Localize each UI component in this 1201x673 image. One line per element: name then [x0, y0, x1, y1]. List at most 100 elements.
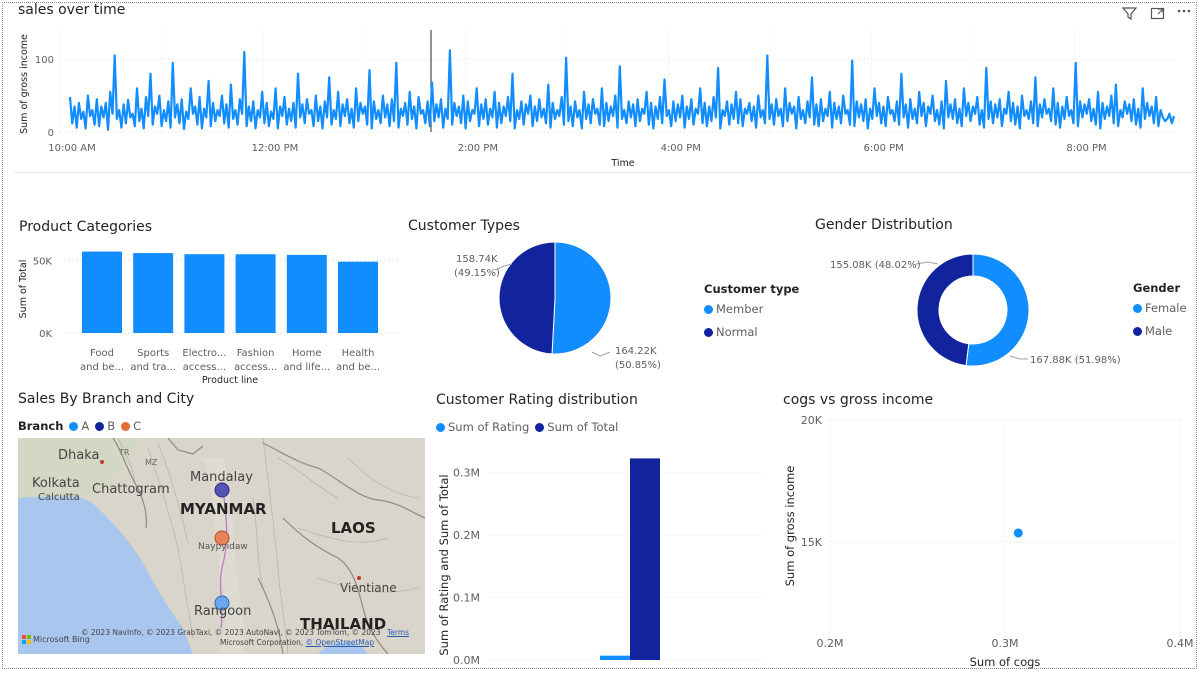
y-tick-label: 0K: [39, 329, 52, 340]
legend-dot-female: [1133, 303, 1142, 313]
data-label-male: 155.08K (48.02%): [830, 260, 921, 271]
customer-types-pie[interactable]: 164.22K (50.85%) 158.74K (49.15%): [440, 240, 740, 390]
legend-label: Female: [1145, 301, 1187, 315]
branch-legend: Branch A B C: [18, 419, 141, 433]
legend-label-rating[interactable]: Sum of Rating: [448, 420, 529, 434]
y-tick-label: 0.1M: [453, 592, 480, 605]
legend-item-member[interactable]: Member: [704, 302, 763, 316]
legend-dot-normal: [704, 327, 713, 337]
series-line-gross-income[interactable]: [68, 49, 1176, 131]
scatter-point[interactable]: [1013, 528, 1023, 538]
terms-link[interactable]: Terms: [387, 628, 409, 637]
bar-sum-of-rating[interactable]: [600, 655, 630, 660]
donut-slices[interactable]: [916, 253, 1030, 367]
category-label-line1: Food: [90, 348, 114, 359]
y-tick-label: 20K: [801, 414, 823, 427]
category-label-line2: access...: [234, 362, 277, 373]
legend-label: Normal: [716, 325, 758, 339]
bar-2[interactable]: [184, 254, 225, 333]
filter-icon[interactable]: [1121, 5, 1137, 21]
data-label-normal: 158.74K: [456, 254, 498, 265]
gender-donut[interactable]: 167.88K (51.98%) 155.08K (48.02%): [820, 240, 1150, 390]
x-tick-label: 2:00 PM: [458, 143, 498, 154]
data-label-member-pct: (50.85%): [615, 360, 661, 371]
rating-distribution-chart[interactable]: 0.0M 0.1M 0.2M 0.3M Sum of Rating and Sum o…: [430, 440, 770, 670]
map-label-myanmar: MYANMAR: [180, 500, 267, 518]
label-leader-female: [1009, 355, 1028, 360]
copyright-text: © 2023 NavInfo, © 2023 GrabTaxi, © 2023 …: [81, 628, 381, 637]
more-options-icon[interactable]: [1176, 3, 1192, 19]
bar-category-labels: Food and be... Sports and tra... Electro... a…: [80, 348, 380, 373]
gender-legend-title: Gender: [1133, 281, 1181, 295]
map-label-vientiane: Vientiane: [340, 581, 397, 595]
x-tick-label: 0.2M: [817, 637, 844, 650]
map-bubble-branch-b[interactable]: [214, 482, 230, 498]
map-label-chattogram: Chattogram: [92, 482, 170, 497]
map-label-kolkata: Kolkata: [32, 476, 80, 491]
legend-label-total[interactable]: Sum of Total: [547, 420, 618, 434]
windows-logo-icon: [22, 635, 31, 644]
product-categories-chart[interactable]: 0K 50K Food and be... Sports and tra... Elect…: [14, 240, 404, 415]
bar-sum-of-total[interactable]: [630, 458, 660, 660]
map-copyright-line2: Microsoft Corporation, © OpenStreetMap: [220, 638, 374, 647]
x-tick-label: 4:00 PM: [661, 143, 701, 154]
sales-over-time-visual[interactable]: sales over time 0 100 10:00 AM 12:00 PM 2:00…: [14, 0, 1200, 172]
slice-male[interactable]: [916, 253, 974, 367]
data-label-normal-pct: (49.15%): [454, 268, 500, 279]
slice-female[interactable]: [965, 253, 1030, 367]
rating-gridlines: 0.0M 0.1M 0.2M 0.3M: [453, 467, 765, 667]
pie-slices[interactable]: [498, 241, 612, 355]
category-label-line1: Fashion: [237, 348, 275, 359]
map-city-vientiane: [357, 576, 361, 580]
bar-4[interactable]: [286, 254, 327, 333]
legend-dot-c: [121, 421, 131, 431]
legend-label-b[interactable]: B: [107, 419, 115, 433]
legend-label-a[interactable]: A: [81, 419, 89, 433]
x-tick-label: 8:00 PM: [1066, 143, 1106, 154]
bar-5[interactable]: [338, 261, 378, 333]
bar-series[interactable]: [82, 251, 378, 333]
legend-item-normal[interactable]: Normal: [704, 325, 758, 339]
line-chart[interactable]: 0 100 10:00 AM 12:00 PM 2:00 PM 4:00 PM 6:00 P…: [14, 0, 1200, 172]
customer-types-title: Customer Types: [408, 218, 520, 234]
osm-link[interactable]: © OpenStreetMap: [306, 638, 375, 647]
legend-item-female[interactable]: Female: [1133, 301, 1187, 315]
slice-member[interactable]: [551, 241, 612, 355]
legend-item-male[interactable]: Male: [1133, 324, 1172, 338]
y-axis-title: Sum of Rating and Sum of Total: [437, 474, 451, 655]
slice-normal[interactable]: [498, 241, 556, 355]
y-axis-title: Sum of Total: [18, 260, 29, 319]
product-categories-title: Product Categories: [19, 219, 153, 235]
bar-0[interactable]: [82, 251, 122, 333]
y-tick-label: 50K: [33, 257, 53, 268]
category-label-line2: access...: [183, 362, 226, 373]
cogs-vs-income-title: cogs vs gross income: [783, 392, 934, 408]
gender-distribution-title: Gender Distribution: [815, 217, 953, 233]
map-label-naypyidaw: Naypyidaw: [198, 542, 248, 552]
scatter-points[interactable]: [1013, 528, 1023, 538]
y-tick-label: 0.0M: [453, 654, 480, 667]
legend-dot-rating: [436, 422, 445, 432]
map-label-mandalay: Mandalay: [190, 470, 253, 485]
category-label-line1: Electro...: [182, 348, 226, 359]
rating-legend: Sum of Rating Sum of Total: [430, 420, 618, 434]
cogs-vs-income-scatter[interactable]: 15K 20K 0.2M 0.3M 0.4M Sum of cogs Sum of gr…: [780, 410, 1194, 670]
legend-dot-total: [535, 422, 545, 432]
x-axis-title: Product line: [202, 375, 258, 386]
bar-3[interactable]: [235, 254, 276, 333]
legend-label-c[interactable]: C: [133, 419, 141, 433]
map-canvas[interactable]: Dhaka TR MZ Kolkata Calcutta Chattogram …: [18, 438, 425, 654]
rating-bars[interactable]: [600, 458, 660, 660]
y-axis-title: Sum of gross income: [783, 466, 797, 587]
bar-1[interactable]: [133, 253, 174, 333]
focus-mode-icon[interactable]: [1149, 5, 1165, 21]
bing-logo: Microsoft Bing: [22, 635, 90, 644]
x-axis-title: Sum of cogs: [970, 655, 1041, 669]
x-tick-label: 0.4M: [1167, 637, 1194, 650]
map-label-mz: MZ: [145, 458, 158, 467]
data-label-female: 167.88K (51.98%): [1030, 355, 1121, 366]
rating-distribution-title: Customer Rating distribution: [436, 392, 638, 408]
data-label-member: 164.22K: [615, 346, 657, 357]
category-label-line1: Sports: [137, 348, 169, 359]
legend-label: Male: [1145, 324, 1173, 338]
